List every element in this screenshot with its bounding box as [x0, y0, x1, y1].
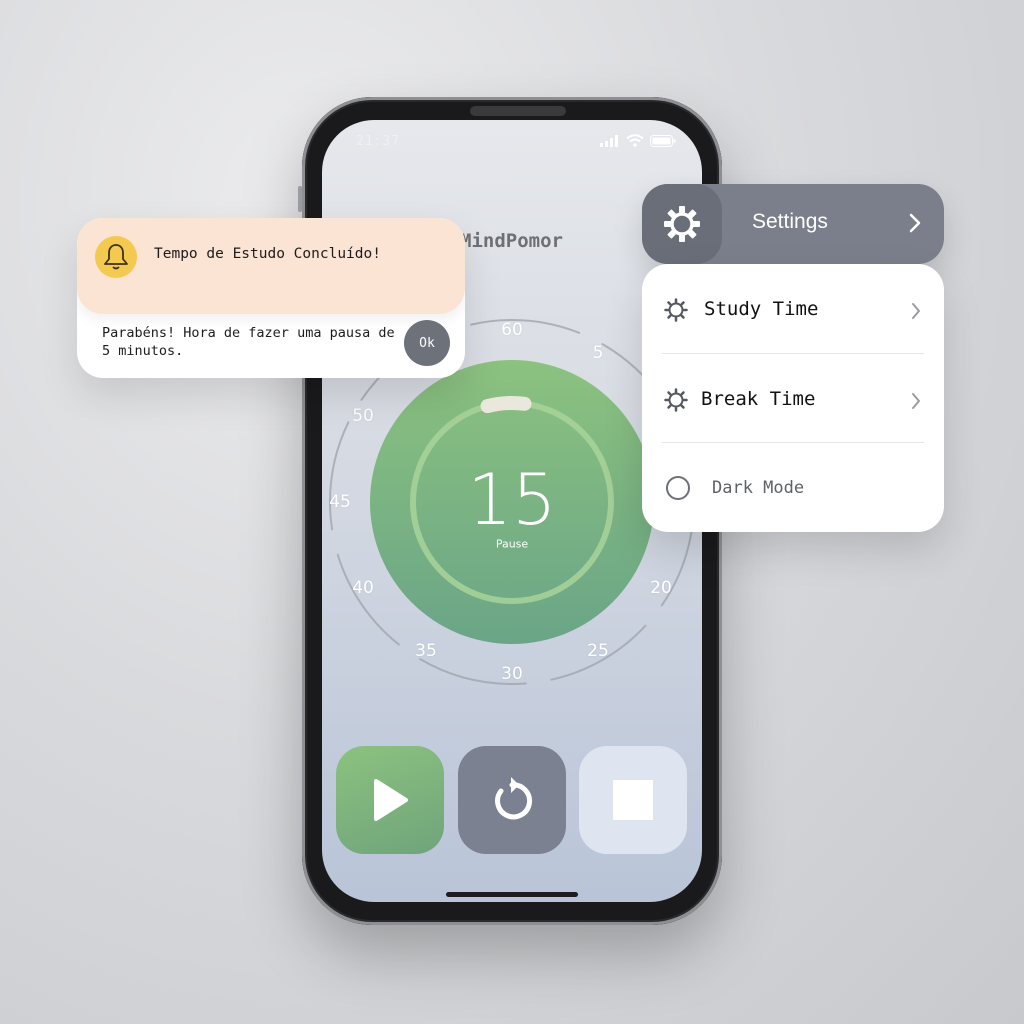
status-icons — [600, 134, 676, 147]
settings-item-label: Study Time — [704, 298, 819, 320]
settings-item-label: Break Time — [701, 388, 816, 410]
divider — [662, 353, 924, 354]
dial-label-30: 30 — [501, 664, 523, 684]
play-button[interactable] — [336, 746, 444, 854]
gear-icon — [664, 298, 688, 322]
battery-icon — [650, 134, 676, 147]
gear-icon — [664, 388, 688, 412]
timer-state-label: Pause — [495, 537, 529, 551]
dial-label-50: 50 — [352, 406, 374, 426]
play-icon — [374, 779, 408, 821]
notification-card[interactable]: Tempo de Estudo Concluído! Parabéns! Hor… — [77, 218, 465, 378]
gear-icon — [664, 206, 700, 242]
stop-icon — [613, 780, 653, 820]
chevron-right-icon — [912, 303, 920, 319]
dial-label-60: 60 — [501, 320, 523, 340]
reset-button[interactable] — [458, 746, 566, 854]
bell-icon — [95, 236, 137, 278]
chevron-right-icon — [909, 213, 921, 233]
dial-label-40: 40 — [352, 578, 374, 598]
dark-mode-radio[interactable] — [666, 476, 690, 500]
dial-label-45: 45 — [329, 492, 351, 512]
notification-body: Parabéns! Hora de fazer uma pausa de 5 m… — [102, 325, 395, 359]
timer-value: 15 — [467, 459, 557, 541]
signal-icon — [600, 134, 618, 147]
settings-list: Study Time Break Time Dark Mode — [642, 264, 944, 532]
settings-gear-tile — [642, 184, 722, 264]
settings-item-break-time[interactable]: Break Time — [642, 356, 944, 442]
action-button — [298, 186, 302, 212]
status-time: 21:37 — [356, 134, 401, 149]
chevron-right-icon — [912, 393, 920, 409]
reset-icon — [495, 777, 533, 820]
ok-button[interactable]: Ok — [404, 320, 450, 366]
notification-title: Tempo de Estudo Concluído! — [154, 246, 381, 262]
wifi-icon — [626, 134, 644, 147]
settings-header[interactable]: Settings — [642, 184, 944, 264]
settings-item-study-time[interactable]: Study Time — [642, 266, 944, 352]
dark-mode-label: Dark Mode — [712, 478, 805, 498]
dial-label-25: 25 — [587, 640, 609, 661]
progress-arc — [480, 396, 532, 414]
settings-title: Settings — [752, 210, 828, 233]
home-indicator[interactable] — [446, 892, 578, 897]
dial-label-5: 5 — [592, 343, 604, 364]
speaker-grille — [470, 106, 566, 116]
notification-header: Tempo de Estudo Concluído! — [77, 218, 465, 314]
dial-label-20: 20 — [650, 578, 672, 598]
divider — [662, 442, 924, 443]
app-title: MindPomor — [460, 230, 563, 252]
stop-button[interactable] — [579, 746, 687, 854]
dial-label-35: 35 — [415, 640, 437, 661]
